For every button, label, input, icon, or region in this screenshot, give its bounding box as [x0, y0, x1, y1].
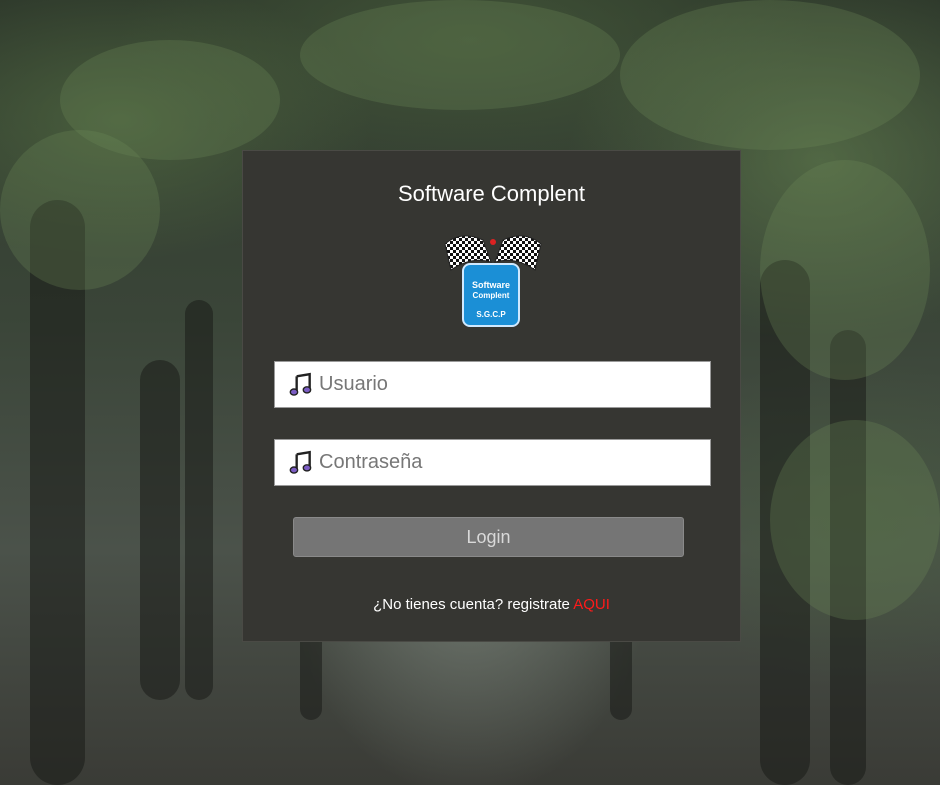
music-note-icon	[289, 372, 312, 396]
foliage	[620, 0, 920, 150]
logo-acronym: S.G.C.P	[476, 310, 506, 319]
login-panel: Software Complent Software Complent S.G.…	[242, 150, 741, 642]
password-field[interactable]	[274, 439, 711, 486]
signup-prompt-text: ¿No tienes cuenta? registrate	[373, 596, 570, 613]
login-button[interactable]: Login	[293, 517, 684, 557]
app-logo: Software Complent S.G.C.P	[444, 235, 542, 327]
signup-link[interactable]: AQUI	[573, 596, 610, 613]
tree-trunk	[185, 300, 213, 700]
tree-trunk	[140, 360, 180, 700]
foliage	[770, 420, 940, 620]
username-field[interactable]	[274, 361, 711, 408]
logo-brand-line1: Software	[472, 280, 510, 290]
foliage	[0, 130, 160, 290]
logo-brand-line2: Complent	[473, 291, 510, 300]
username-input[interactable]	[319, 373, 699, 396]
signup-prompt: ¿No tienes cuenta? registrate AQUI	[243, 596, 740, 613]
music-note-icon	[289, 450, 312, 474]
foliage	[760, 160, 930, 380]
password-input[interactable]	[319, 451, 699, 474]
forest-background: Software Complent Software Complent S.G.…	[0, 0, 940, 785]
login-title: Software Complent	[397, 181, 586, 206]
foliage	[300, 0, 620, 110]
